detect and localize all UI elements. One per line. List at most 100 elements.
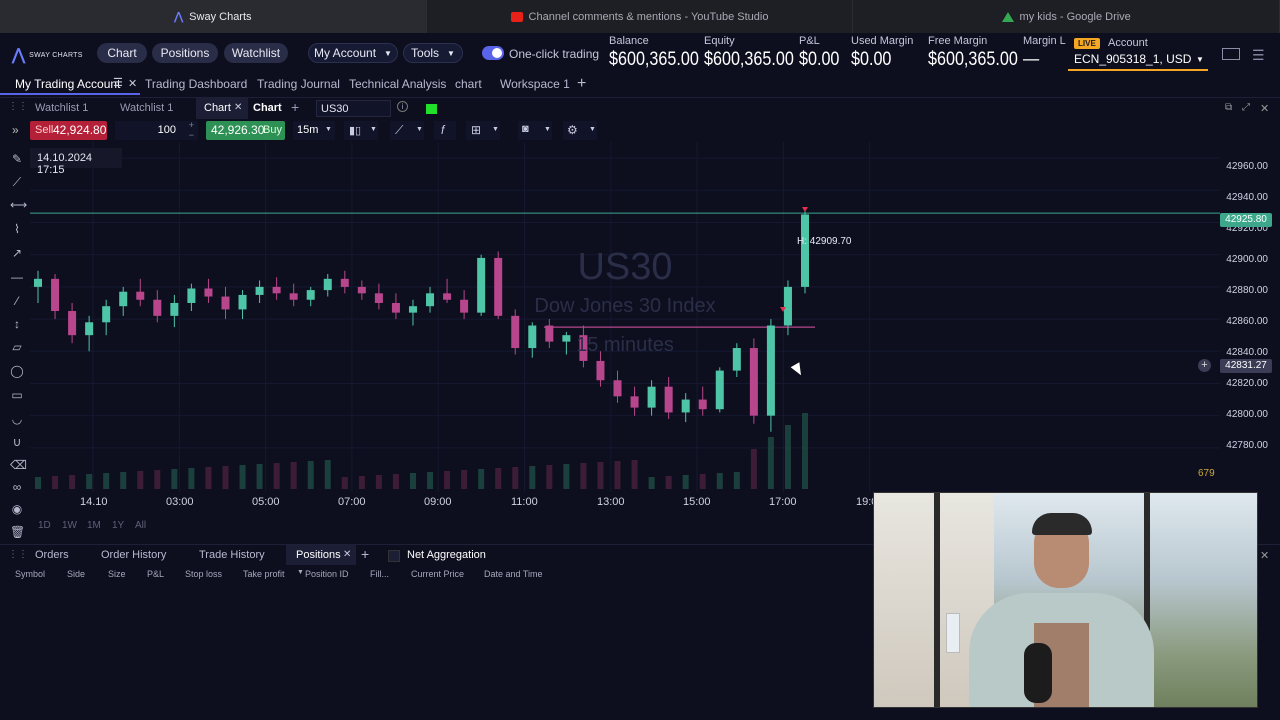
column-header[interactable]: Current Price	[411, 569, 464, 579]
link-icon[interactable]: ∞	[10, 480, 24, 494]
metric-value: $600,365.00	[928, 49, 1018, 70]
watermark-timeframe: 15 minutes	[576, 334, 674, 356]
ray-icon[interactable]: —	[10, 270, 24, 284]
account-selector[interactable]: LIVE Account ECN_905318_1, USD ▼	[1068, 35, 1208, 71]
add-alert-icon[interactable]: +	[1198, 359, 1211, 372]
browser-tab-drive[interactable]: my kids - Google Drive	[853, 0, 1280, 33]
symbol-search-input[interactable]: US30	[316, 100, 391, 117]
ellipse-icon[interactable]: ◯	[10, 364, 24, 378]
rectangle-icon[interactable]: ▭	[10, 388, 24, 402]
vertical-line-icon[interactable]: ↕	[10, 317, 24, 331]
screenshot-dropdown[interactable]: ◙ ▼	[518, 121, 552, 140]
column-header[interactable]: Side	[67, 569, 85, 579]
nav-chart-button[interactable]: Chart	[97, 43, 147, 63]
tab-chart-2[interactable]: Chart	[253, 102, 282, 114]
close-icon[interactable]: ✕	[128, 77, 137, 90]
column-header[interactable]: Symbol	[15, 569, 45, 579]
range-all-button[interactable]: All	[135, 520, 146, 531]
tab-orders[interactable]: Orders	[35, 549, 69, 561]
tab-positions-active[interactable]: Positions ✕	[286, 545, 356, 565]
tab-watchlist-1[interactable]: Watchlist 1	[35, 102, 88, 114]
trend-line-icon[interactable]: ⁄	[10, 294, 24, 308]
metric-free-margin: Free Margin $600,365.00	[928, 35, 1034, 71]
settings-dropdown[interactable]: ⚙ ▼	[563, 121, 597, 140]
maximize-icon[interactable]: ⤢	[1242, 102, 1250, 113]
range-1d-button[interactable]: 1D	[38, 520, 51, 531]
info-icon[interactable]: i	[397, 101, 408, 112]
range-1y-button[interactable]: 1Y	[112, 520, 124, 531]
eye-icon[interactable]: ◉	[10, 502, 24, 516]
watermark-name: Dow Jones 30 Index	[534, 295, 716, 317]
trash-icon[interactable]: 🗑	[10, 525, 25, 539]
drag-handle-icon[interactable]: ⋮⋮	[8, 101, 28, 112]
magnet-icon[interactable]: ∪	[10, 435, 24, 449]
indicators-button[interactable]: f	[434, 121, 456, 140]
sell-button[interactable]: Sell 42,924.80	[30, 121, 107, 140]
tab-trade-history[interactable]: Trade History	[199, 549, 265, 561]
tab-chart[interactable]: chart	[455, 77, 482, 91]
tab-order-history[interactable]: Order History	[101, 549, 166, 561]
tab-trading-journal[interactable]: Trading Journal	[257, 77, 340, 91]
nav-positions-button[interactable]: Positions	[152, 43, 218, 63]
one-click-toggle[interactable]	[482, 46, 504, 60]
browser-tab-sway[interactable]: ⋀ Sway Charts	[0, 0, 427, 33]
column-header[interactable]: Position ID	[305, 569, 349, 579]
metric-label: P&L	[799, 35, 820, 47]
candle-body	[357, 286, 366, 294]
layout-dropdown[interactable]: ⊞ ▼	[466, 121, 500, 140]
column-header[interactable]: P&L	[147, 569, 164, 579]
fibonacci-icon[interactable]: ⌇	[10, 222, 24, 236]
range-1w-button[interactable]: 1W	[62, 520, 77, 531]
tools-dropdown[interactable]: Tools ▼	[403, 43, 463, 63]
tab-chart-active[interactable]: Chart ✕	[196, 98, 248, 119]
tab-watchlist-2[interactable]: Watchlist 1	[120, 102, 173, 114]
draw-tool-dropdown[interactable]: ⟋ ▼	[390, 121, 424, 140]
buy-button[interactable]: 42,926.30 Buy	[206, 121, 285, 140]
layout-icon[interactable]	[1222, 48, 1240, 60]
tab-technical-analysis[interactable]: Technical Analysis	[349, 77, 446, 91]
add-tab-icon[interactable]: +	[361, 546, 369, 562]
stepper-icon[interactable]: + −	[189, 120, 194, 140]
range-1m-button[interactable]: 1M	[87, 520, 101, 531]
grid-layout-icon: ⊞	[471, 123, 482, 137]
candle-body	[715, 370, 724, 410]
eraser-icon[interactable]: ⌫	[10, 458, 27, 472]
quantity-input[interactable]: 100 + −	[115, 120, 198, 140]
arrow-icon[interactable]: ↗	[10, 246, 24, 260]
candle-body	[68, 311, 77, 336]
tools-label: Tools	[411, 46, 440, 60]
net-aggregation-checkbox[interactable]	[388, 550, 400, 562]
column-header[interactable]: Stop loss	[185, 569, 222, 579]
close-icon[interactable]: ✕	[234, 102, 242, 113]
horizontal-line-icon[interactable]: ⟷	[10, 198, 27, 212]
timeframe-dropdown[interactable]: 15m ▼	[293, 121, 335, 140]
restore-window-icon[interactable]: ⧉	[1225, 102, 1232, 113]
add-tab-icon[interactable]: +	[291, 99, 299, 115]
price-chart[interactable]: 14.10.2024 17:15 US30 Dow Jones 30 Index…	[30, 142, 1220, 492]
menu-icon[interactable]: ☰	[1252, 47, 1265, 64]
brush-icon[interactable]: ⟋	[10, 175, 24, 189]
close-icon[interactable]: ✕	[343, 549, 351, 560]
webcam-overlay	[873, 492, 1258, 708]
channel-icon[interactable]: ▱	[10, 340, 24, 354]
drag-handle-icon[interactable]: ⋮⋮	[8, 549, 28, 560]
close-icon[interactable]: ✕	[1260, 102, 1269, 115]
candle-body	[85, 322, 94, 336]
pencil-icon[interactable]: ✎	[10, 152, 24, 166]
column-header[interactable]: Take profit	[243, 569, 285, 579]
chart-type-dropdown[interactable]: ▮▯ ▼	[344, 121, 378, 140]
browser-tab-youtube[interactable]: Channel comments & mentions - YouTube St…	[427, 0, 854, 33]
column-header[interactable]: Date and Time	[484, 569, 543, 579]
tab-workspace-1[interactable]: Workspace 1	[500, 77, 570, 91]
column-header[interactable]: Size	[108, 569, 126, 579]
tab-trading-dashboard[interactable]: Trading Dashboard	[145, 77, 247, 91]
add-tab-icon[interactable]: +	[577, 75, 586, 93]
column-header[interactable]: Fill...	[370, 569, 389, 579]
tab-my-trading-account[interactable]: My Trading Account ☰ ✕	[0, 75, 140, 95]
my-account-dropdown[interactable]: My Account ▼	[308, 43, 398, 63]
nav-watchlist-button[interactable]: Watchlist	[224, 43, 288, 63]
curve-icon[interactable]: ◡	[10, 412, 24, 426]
metric-value: $600,365.00	[609, 49, 699, 70]
close-icon[interactable]: ✕	[1260, 549, 1269, 562]
app-logo[interactable]: ⋀ SWAY CHARTS	[12, 45, 83, 65]
